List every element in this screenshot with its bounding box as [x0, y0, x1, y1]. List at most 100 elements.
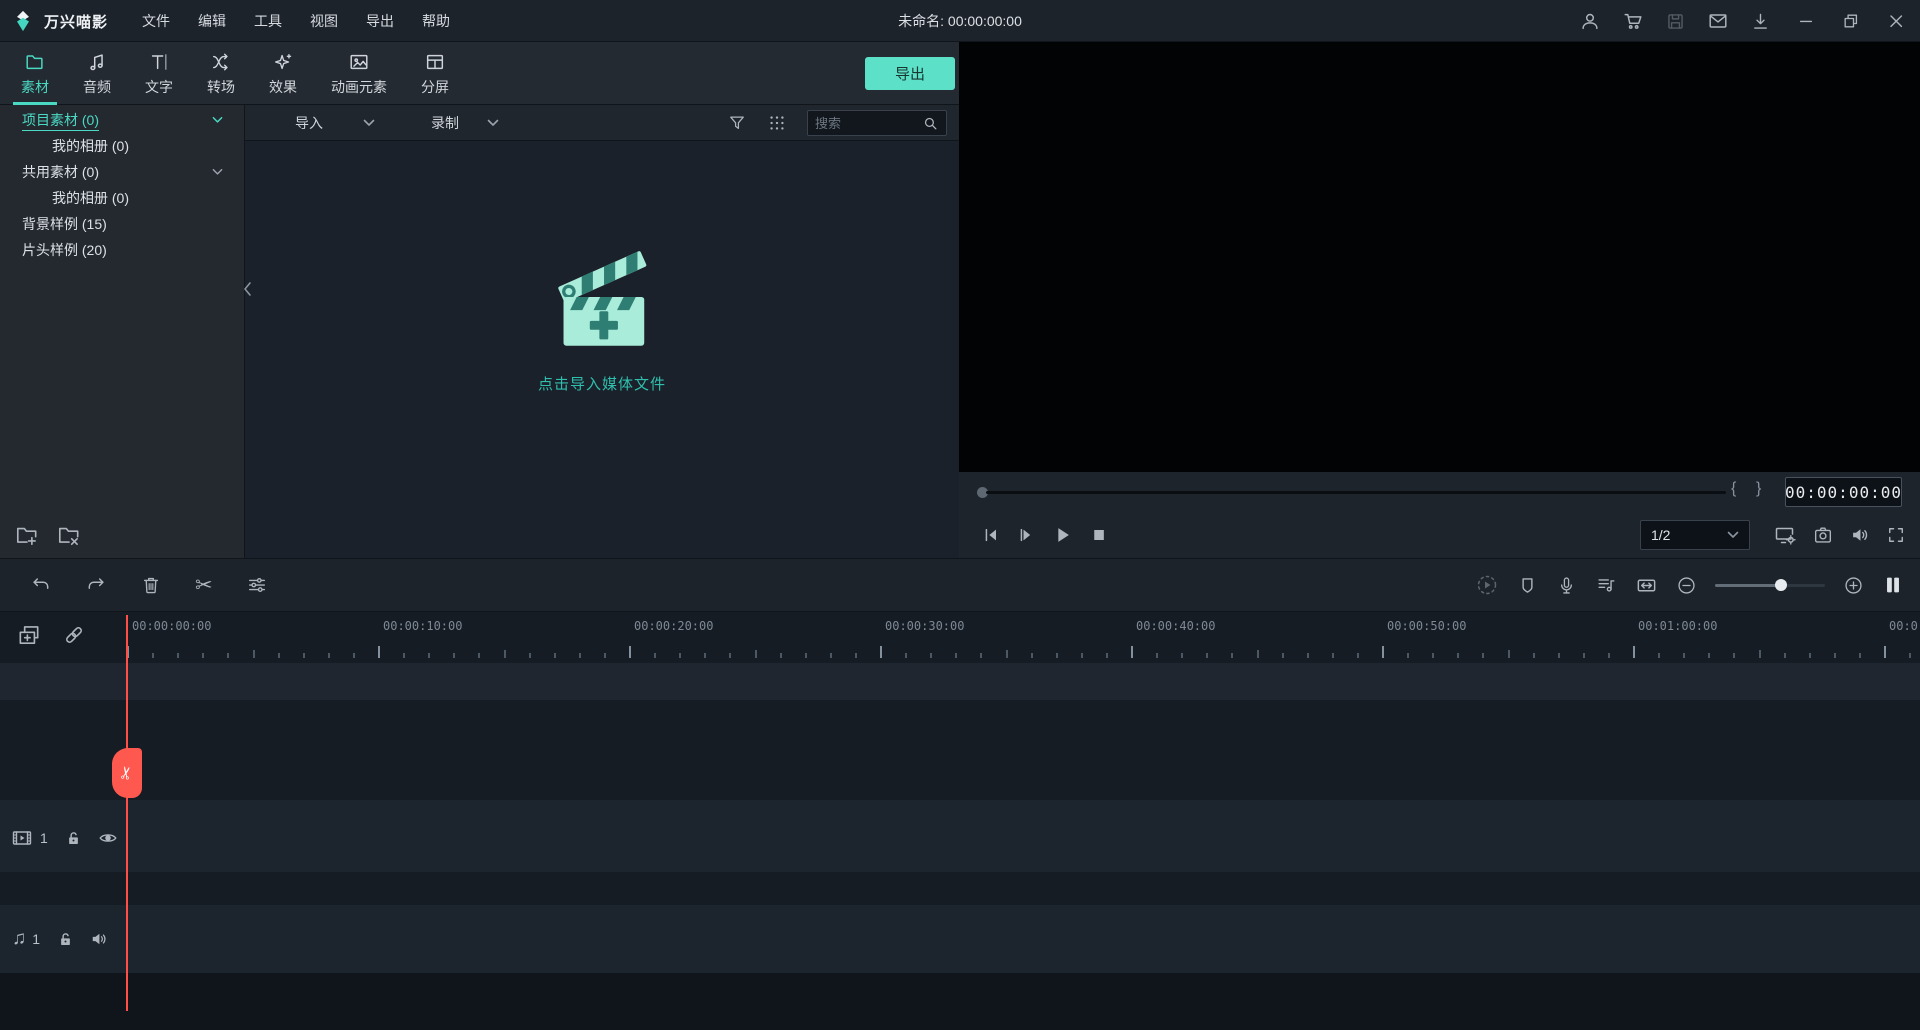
- minimize-button[interactable]: [1796, 11, 1816, 31]
- menu-file[interactable]: 文件: [128, 0, 184, 42]
- sidebar-item-shared-media[interactable]: 共用素材 (0): [0, 159, 245, 185]
- previous-frame-button[interactable]: [981, 525, 1001, 545]
- ruler-tick: [880, 646, 882, 658]
- export-button[interactable]: 导出: [865, 57, 955, 90]
- sidebar-item-project-media[interactable]: 项目素材 (0): [0, 107, 245, 133]
- tab-audio[interactable]: 音频: [66, 42, 128, 105]
- redo-icon[interactable]: [85, 574, 107, 596]
- grid-view-icon[interactable]: [767, 113, 787, 133]
- ruler-label: 00:00:30:00: [885, 619, 964, 633]
- ruler-tick: [1206, 653, 1208, 659]
- toggle-visibility-eye-icon[interactable]: [97, 827, 119, 849]
- timeline-ruler[interactable]: 00:00:00:0000:00:10:0000:00:20:0000:00:3…: [127, 612, 1920, 663]
- tab-effects[interactable]: 效果: [252, 42, 314, 105]
- render-preview-icon[interactable]: [1475, 573, 1499, 597]
- ruler-tick: [1558, 653, 1560, 659]
- mark-out-icon[interactable]: }: [1756, 480, 1761, 498]
- menu-export[interactable]: 导出: [352, 0, 408, 42]
- feedback-mail-icon[interactable]: [1707, 10, 1729, 32]
- ruler-tick: [980, 653, 982, 659]
- store-cart-icon[interactable]: [1622, 10, 1644, 32]
- ruler-tick: [1382, 646, 1384, 658]
- sidebar-item-my-album-shared[interactable]: 我的相册 (0): [0, 185, 245, 211]
- close-button[interactable]: [1886, 11, 1906, 31]
- video-track-lane[interactable]: [0, 800, 1920, 872]
- record-chevron-icon[interactable]: [487, 119, 499, 127]
- sidebar-item-intro-samples[interactable]: 片头样例 (20): [0, 237, 245, 263]
- volume-icon[interactable]: [1849, 524, 1871, 546]
- collapse-panel-icon[interactable]: [243, 281, 252, 297]
- fit-timeline-icon[interactable]: [1635, 574, 1658, 597]
- tab-text[interactable]: 文字: [128, 42, 190, 105]
- delete-folder-icon[interactable]: [56, 522, 82, 548]
- zoom-in-icon[interactable]: [1843, 575, 1864, 596]
- fullscreen-icon[interactable]: [1886, 525, 1906, 545]
- adjust-sliders-icon[interactable]: [246, 574, 268, 596]
- panel-layout-icon[interactable]: [1882, 574, 1904, 596]
- filter-icon[interactable]: [727, 113, 747, 133]
- add-folder-icon[interactable]: [14, 522, 40, 548]
- ruler-tick: [1006, 650, 1008, 659]
- menu-view[interactable]: 视图: [296, 0, 352, 42]
- tab-split-screen[interactable]: 分屏: [404, 42, 466, 105]
- library-tabstrip: 素材 音频 文字: [0, 42, 959, 105]
- split-scissors-icon[interactable]: ✂: [195, 573, 213, 598]
- scrubber-track[interactable]: [986, 491, 1726, 494]
- clapperboard-import-icon: [536, 235, 668, 357]
- timeline-panel: 00:00:00:0000:00:10:0000:00:20:0000:00:3…: [0, 612, 1920, 1030]
- ruler-tick: [1909, 653, 1911, 659]
- play-button[interactable]: [1051, 524, 1073, 546]
- timeline-playhead[interactable]: [126, 615, 128, 1011]
- mute-track-speaker-icon[interactable]: [89, 929, 109, 949]
- search-input[interactable]: [815, 116, 922, 131]
- add-track-icon[interactable]: [16, 622, 42, 648]
- audio-track-lane[interactable]: [0, 905, 1920, 973]
- tab-label: 素材: [21, 77, 49, 97]
- playback-quality-dropdown[interactable]: 1/2: [1640, 520, 1750, 550]
- snapshot-camera-icon[interactable]: [1812, 524, 1834, 546]
- tab-elements[interactable]: 动画元素: [314, 42, 404, 105]
- zoom-slider-handle[interactable]: [1775, 579, 1787, 591]
- import-button[interactable]: 导入: [295, 113, 323, 133]
- record-button[interactable]: 录制: [431, 113, 459, 133]
- menu-help[interactable]: 帮助: [408, 0, 464, 42]
- delete-icon[interactable]: [140, 574, 162, 596]
- media-toolbar: 导入 录制: [245, 105, 959, 141]
- mark-in-icon[interactable]: {: [1731, 480, 1736, 498]
- ruler-tick: [152, 653, 154, 659]
- sidebar-item-background-samples[interactable]: 背景样例 (15): [0, 211, 245, 237]
- tab-label: 文字: [145, 77, 173, 97]
- zoom-out-icon[interactable]: [1676, 575, 1697, 596]
- next-frame-button[interactable]: [1016, 525, 1036, 545]
- menu-edit[interactable]: 编辑: [184, 0, 240, 42]
- link-clips-icon[interactable]: [62, 622, 86, 648]
- preview-video-area: [959, 42, 1920, 472]
- import-chevron-icon[interactable]: [363, 119, 375, 127]
- restore-button[interactable]: [1841, 11, 1861, 31]
- marker-icon[interactable]: [1517, 575, 1538, 596]
- voiceover-mic-icon[interactable]: [1556, 575, 1577, 596]
- chevron-down-icon[interactable]: [212, 168, 223, 176]
- search-box[interactable]: [807, 110, 947, 136]
- tab-transitions[interactable]: 转场: [190, 42, 252, 105]
- undo-icon[interactable]: [30, 574, 52, 596]
- playhead-scissors-handle[interactable]: ✂: [112, 748, 142, 798]
- audio-mixer-icon[interactable]: [1595, 574, 1617, 596]
- stop-button[interactable]: [1088, 525, 1108, 545]
- lock-track-icon[interactable]: [56, 930, 75, 949]
- save-icon[interactable]: [1665, 11, 1686, 32]
- tab-media[interactable]: 素材: [4, 42, 66, 105]
- chevron-down-icon[interactable]: [212, 116, 223, 124]
- ruler-label: 00:00:10:00: [383, 619, 462, 633]
- menu-tools[interactable]: 工具: [240, 0, 296, 42]
- download-icon[interactable]: [1750, 11, 1771, 32]
- ruler-label: 00:00:50:00: [1387, 619, 1466, 633]
- search-icon[interactable]: [922, 115, 939, 132]
- display-settings-icon[interactable]: [1773, 523, 1797, 547]
- timeline-zoom-slider[interactable]: [1715, 579, 1825, 591]
- sidebar-item-my-album[interactable]: 我的相册 (0): [0, 133, 245, 159]
- account-icon[interactable]: [1579, 10, 1601, 32]
- titlebar: 万兴喵影 文件 编辑 工具 视图 导出 帮助 未命名: 00:00:00:00: [0, 0, 1920, 42]
- lock-track-icon[interactable]: [64, 829, 83, 848]
- import-drop-zone[interactable]: 点击导入媒体文件: [245, 141, 959, 558]
